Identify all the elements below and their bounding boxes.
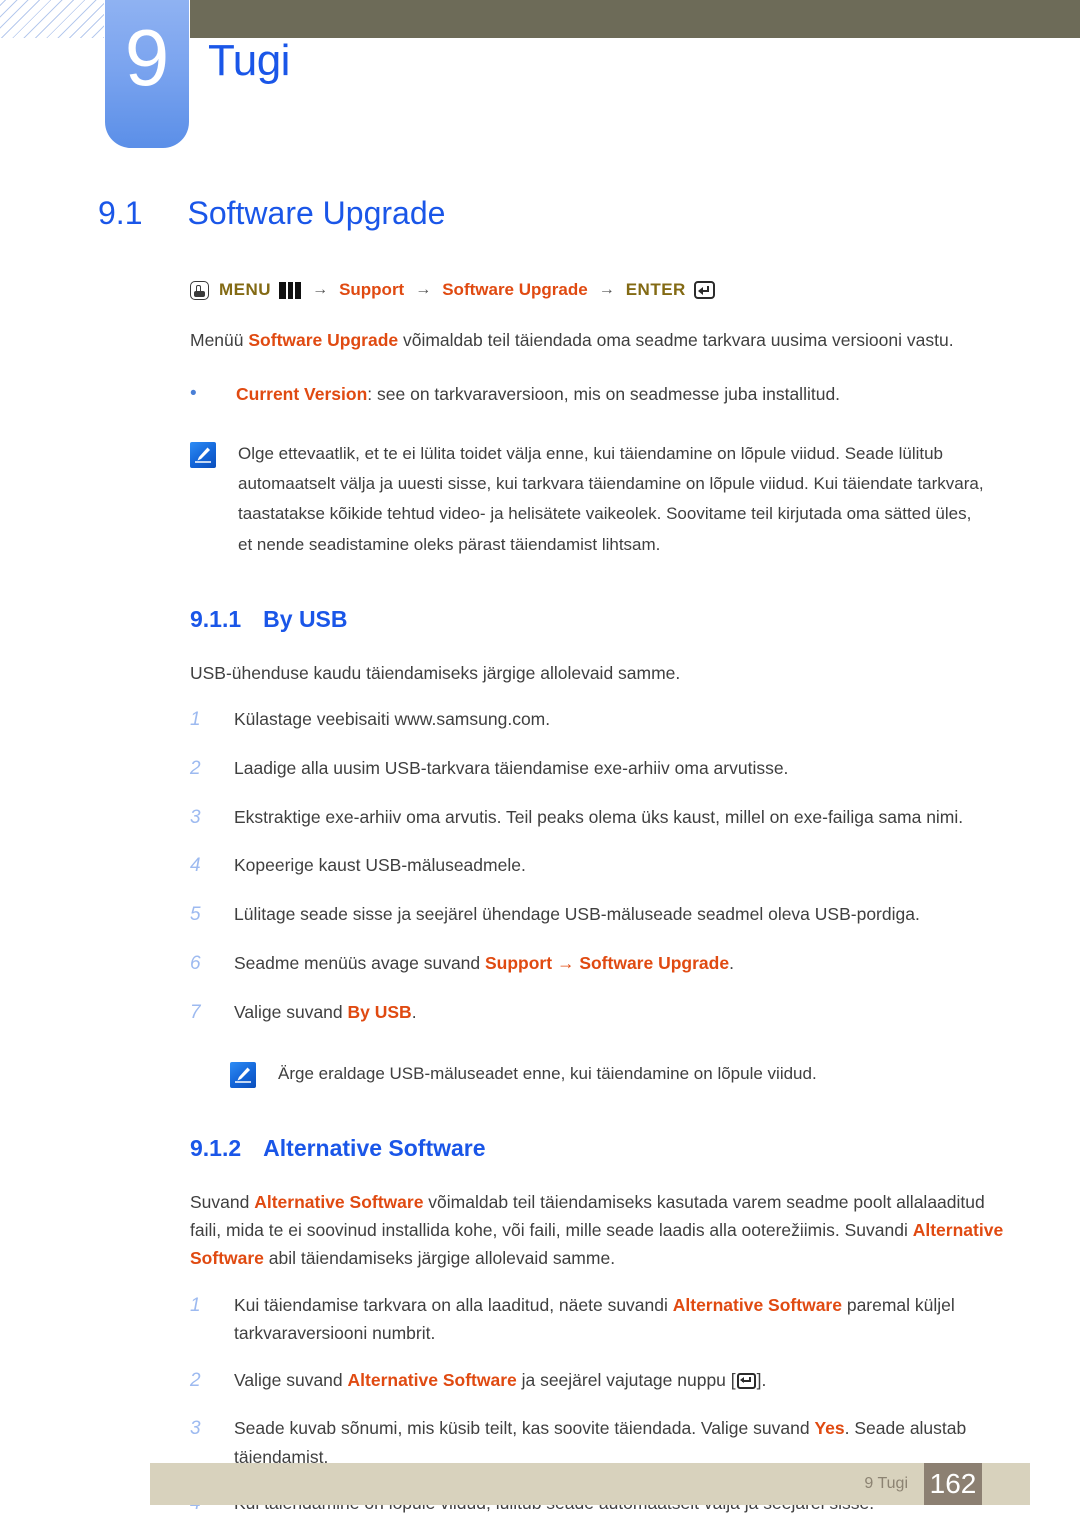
step-text-after: . — [411, 1001, 417, 1022]
menu-bars-icon — [279, 281, 302, 299]
list-item: 2 Valige suvand Alternative Software ja … — [190, 1366, 1020, 1397]
section-title: Software Upgrade — [187, 195, 446, 231]
intro-text-before: Menüü — [190, 330, 249, 350]
step-text-before: Valige suvand — [234, 1001, 348, 1022]
enter-label: ENTER — [625, 280, 686, 299]
bullet-item-current-version: • Current Version: see on tarkvaraversio… — [190, 380, 1000, 409]
step-text: Kopeerige kaust USB-mäluseadmele. — [234, 855, 526, 876]
chapter-number-badge: 9 — [105, 0, 189, 148]
bullet-content: Current Version: see on tarkvaraversioon… — [236, 380, 840, 409]
step-number: 1 — [190, 709, 201, 731]
note-pencil-icon — [230, 1061, 256, 1088]
subsection-heading-by-usb: 9.1.1 By USB — [190, 606, 1080, 633]
intro-paragraph: Menüü Software Upgrade võimaldab teil tä… — [190, 326, 990, 354]
alternative-software-intro: Suvand Alternative Software võimaldab te… — [190, 1188, 1020, 1273]
list-item: 6 Seadme menüüs avage suvand Support → S… — [190, 949, 1020, 980]
subsection-number: 9.1.2 — [190, 1134, 242, 1161]
step-text-before: Seadme menüüs avage suvand — [234, 953, 485, 974]
step-text: Ekstraktige exe-arhiiv oma arvutis. Teil… — [234, 806, 964, 827]
page-number: 162 — [924, 1463, 982, 1505]
step-keyword: Alternative Software — [672, 1294, 842, 1315]
subsection-number: 9.1.1 — [190, 605, 242, 632]
path-item-support: Support — [339, 280, 405, 299]
list-item: 5 Lülitage seade sisse ja seejärel ühend… — [190, 900, 1020, 931]
step-text: Laadige alla uusim USB-tarkvara täiendam… — [234, 757, 789, 778]
step-number: 4 — [190, 855, 201, 877]
page-header: 9 Tugi — [0, 0, 1080, 160]
list-item: 3 Ekstraktige exe-arhiiv oma arvutis. Te… — [190, 803, 1020, 834]
enter-key-icon — [693, 281, 715, 299]
menu-label: MENU — [219, 280, 272, 299]
list-item: 4 Kopeerige kaust USB-mäluseadmele. — [190, 851, 1020, 882]
menu-path-breadcrumb: MENU → Support → Software Upgrade → ENTE… — [190, 280, 1080, 300]
step-text-before: Kui täiendamise tarkvara on alla laaditu… — [234, 1294, 673, 1315]
page-footer: 9 Tugi 162 — [150, 1463, 1030, 1505]
intro-keyword-1: Alternative Software — [254, 1191, 424, 1212]
note-box-usb-warning: Ärge eraldage USB-mäluseadet enne, kui t… — [230, 1059, 990, 1089]
step-text-after: . — [729, 953, 734, 974]
intro-text-after: võimaldab teil täiendada oma seadme tark… — [398, 330, 954, 350]
bullet-marker: • — [190, 383, 197, 405]
footer-chapter-label: 9 Tugi — [864, 1475, 908, 1492]
note-text: Ärge eraldage USB-mäluseadet enne, kui t… — [278, 1063, 817, 1083]
page-content: 9.1 Software Upgrade MENU → Support → So… — [0, 195, 1080, 1520]
chapter-title: Tugi — [208, 36, 290, 85]
step-text-before: Valige suvand — [234, 1369, 348, 1390]
section-heading: 9.1 Software Upgrade — [98, 195, 1080, 232]
path-arrow-3: → — [598, 281, 615, 298]
list-item: 1 Kui täiendamise tarkvara on alla laadi… — [190, 1291, 1020, 1348]
path-arrow-2: → — [415, 281, 432, 298]
step-text: Seadme menüüs avage suvand Support → Sof… — [234, 949, 1020, 980]
section-number: 9.1 — [98, 195, 143, 231]
step-number: 3 — [190, 806, 201, 828]
step-text: Lülitage seade sisse ja seejärel ühendag… — [234, 904, 920, 925]
hand-press-icon — [190, 280, 209, 300]
step-number: 5 — [190, 904, 201, 926]
step-keyword-software-upgrade: Software Upgrade — [579, 953, 730, 974]
step-text-after: ]. — [756, 1369, 767, 1390]
step-keyword: Alternative Software — [347, 1369, 517, 1390]
bullet-keyword: Current Version — [236, 384, 368, 405]
note-pencil-icon — [190, 441, 216, 468]
by-usb-step-list: 1 Külastage veebisaiti www.samsung.com. … — [190, 705, 1020, 1028]
note-text: Olge ettevaatlik, et te ei lülita toidet… — [238, 443, 984, 554]
list-item: 7 Valige suvand By USB. — [190, 998, 1020, 1029]
step-keyword-support: Support — [485, 953, 553, 974]
decorative-hatch-pattern — [0, 0, 104, 38]
step-number: 7 — [190, 1001, 201, 1023]
step-text-before: Seade kuvab sõnumi, mis küsib teilt, kas… — [234, 1418, 815, 1439]
step-arrow: → — [552, 953, 580, 974]
step-number: 1 — [190, 1294, 201, 1316]
enter-key-icon — [736, 1372, 756, 1389]
step-text: Külastage veebisaiti www.samsung.com. — [234, 709, 551, 730]
step-number: 2 — [190, 757, 201, 779]
step-keyword-by-usb: By USB — [347, 1001, 412, 1022]
step-text: Valige suvand Alternative Software ja se… — [234, 1366, 1020, 1397]
step-text-mid: ja seejärel vajutage nuppu [ — [516, 1369, 736, 1390]
list-item: 2 Laadige alla uusim USB-tarkvara täiend… — [190, 754, 1020, 785]
step-keyword-yes: Yes — [814, 1418, 845, 1439]
intro-keyword: Software Upgrade — [248, 330, 399, 350]
subsection-title: By USB — [263, 605, 348, 632]
path-item-software-upgrade: Software Upgrade — [442, 280, 588, 299]
step-number: 6 — [190, 953, 201, 975]
step-text: Kui täiendamise tarkvara on alla laaditu… — [234, 1291, 1020, 1348]
note-box-power-warning: Olge ettevaatlik, et te ei lülita toidet… — [190, 439, 990, 560]
step-number: 2 — [190, 1369, 201, 1391]
by-usb-intro: USB-ühenduse kaudu täiendamiseks järgige… — [190, 662, 681, 683]
intro-part-3: abil täiendamiseks järgige allolevaid sa… — [263, 1248, 616, 1269]
bullet-text: : see on tarkvaraversioon, mis on seadme… — [367, 384, 841, 405]
step-text: Valige suvand By USB. — [234, 998, 1020, 1029]
intro-part-1: Suvand — [190, 1191, 255, 1212]
header-olive-bar — [190, 0, 1080, 38]
subsection-heading-alternative-software: 9.1.2 Alternative Software — [190, 1135, 1080, 1162]
path-arrow-1: → — [312, 281, 329, 298]
list-item: 1 Külastage veebisaiti www.samsung.com. — [190, 705, 1020, 736]
subsection-title: Alternative Software — [263, 1134, 486, 1161]
